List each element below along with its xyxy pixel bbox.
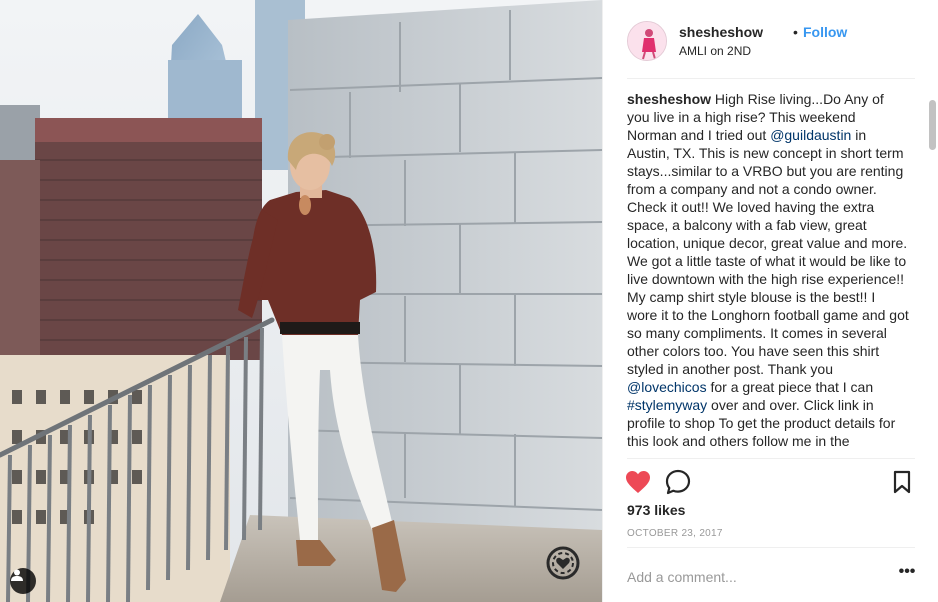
comment-input[interactable] (627, 567, 877, 587)
mention-lovechicos[interactable]: @lovechicos (627, 379, 707, 395)
bookmark-icon[interactable] (889, 469, 915, 495)
follow-button[interactable]: Follow (803, 24, 847, 40)
balcony-scene (0, 0, 602, 602)
post-details-panel: shesheshow • Follow AMLI on 2ND sheshesh… (602, 0, 938, 602)
post-caption: shesheshow High Rise living...Do Any of … (627, 90, 909, 450)
avatar[interactable] (627, 21, 667, 61)
scrollbar-thumb[interactable] (929, 100, 936, 150)
caption-text: for a great piece that I can (706, 379, 874, 395)
comment-bar: ••• (627, 547, 915, 602)
comment-bubble-icon[interactable] (665, 469, 691, 495)
more-options-icon[interactable]: ••• (897, 564, 917, 585)
post-header: shesheshow • Follow AMLI on 2ND (627, 17, 915, 79)
caption-text: in Austin, TX. This is new concept in sh… (627, 127, 909, 377)
post-date[interactable]: OCTOBER 23, 2017 (627, 528, 723, 539)
likes-count[interactable]: 973 likes (627, 502, 685, 518)
hashtag-stylemyway[interactable]: #stylemyway (627, 397, 707, 413)
action-bar (625, 458, 915, 504)
location-link[interactable]: AMLI on 2ND (679, 44, 751, 58)
mention-guildaustin[interactable]: @guildaustin (770, 127, 851, 143)
heart-icon[interactable] (625, 469, 651, 495)
separator-dot: • (793, 24, 798, 40)
caption-scrollbar[interactable] (929, 90, 936, 458)
heart-badge-icon (546, 546, 580, 580)
post-photo[interactable] (0, 0, 602, 602)
comments-area[interactable]: shesheshow High Rise living...Do Any of … (627, 90, 909, 458)
caption-username[interactable]: shesheshow (627, 91, 711, 107)
username-link[interactable]: shesheshow (679, 24, 763, 40)
user-tag-icon[interactable] (10, 568, 36, 594)
